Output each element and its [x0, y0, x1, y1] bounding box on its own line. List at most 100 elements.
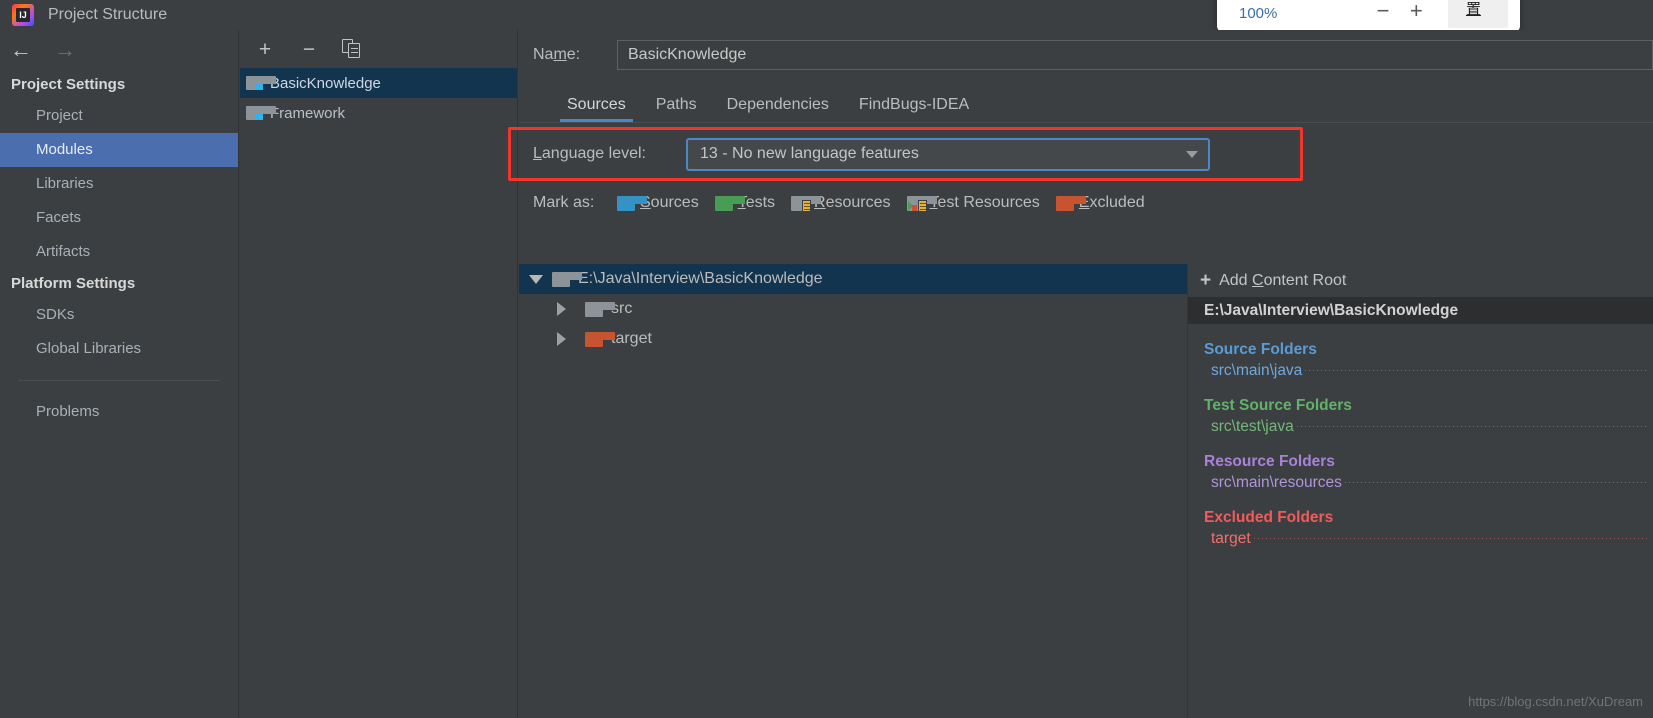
source-folders-heading: Source Folders — [1204, 341, 1317, 358]
intellij-logo-icon: IJ — [12, 4, 34, 26]
content-root-tree: E:\Java\Interview\BasicKnowledge src tar… — [519, 264, 1187, 718]
sidebar-item-modules[interactable]: Modules — [0, 133, 238, 167]
plus-icon: + — [1200, 269, 1212, 291]
dotted-leader — [1296, 425, 1647, 427]
folder-icon — [585, 301, 615, 317]
forward-arrow-icon: → — [54, 37, 76, 62]
source-folder-item[interactable]: src\main\java — [1188, 362, 1653, 380]
mark-as-excluded-button[interactable]: Excluded — [1055, 194, 1145, 212]
sidebar-item-facets[interactable]: Facets — [0, 201, 238, 235]
table-row[interactable]: target — [519, 324, 1187, 354]
tree-item-label: E:\Java\Interview\BasicKnowledge — [578, 270, 823, 287]
folder-resources-icon — [791, 195, 822, 212]
module-item-basicknowledge[interactable]: BasicKnowledge — [240, 68, 517, 98]
mark-as-sources-label: Sources — [640, 194, 699, 211]
test-source-folders-heading: Test Source Folders — [1204, 397, 1352, 414]
zoom-percent-label: 100% — [1239, 5, 1278, 22]
sidebar-group-project-settings: Project Settings — [11, 76, 126, 93]
resource-folder-item[interactable]: src\main\resources — [1188, 474, 1653, 492]
name-label-post: e: — [566, 46, 581, 63]
resource-folder-label: src\main\resources — [1211, 474, 1342, 491]
dotted-leader — [1305, 369, 1647, 371]
tab-sources[interactable]: Sources — [552, 96, 641, 122]
source-folder-label: src\main\java — [1211, 362, 1303, 379]
chevron-down-icon — [1186, 150, 1198, 158]
window-title: Project Structure — [48, 6, 168, 23]
modules-toolbar: + − — [240, 30, 517, 68]
module-item-label: Framework — [270, 104, 346, 122]
mark-as-test-resources-label: Test Resources — [930, 194, 1040, 211]
copy-module-icon[interactable] — [342, 39, 362, 59]
table-row[interactable]: src — [519, 294, 1187, 324]
modules-list-panel: + − BasicKnowledge Framework — [240, 30, 518, 718]
back-arrow-icon[interactable]: ← — [10, 39, 32, 61]
mark-as-test-resources-button[interactable]: Test Resources — [906, 194, 1040, 212]
test-source-folder-item[interactable]: src\test\java — [1188, 418, 1653, 436]
folder-excluded-icon — [585, 331, 615, 347]
mark-as-sources-button[interactable]: Sources — [617, 194, 699, 212]
tab-paths[interactable]: Paths — [641, 96, 712, 122]
sidebar-item-problems[interactable]: Problems — [0, 395, 238, 429]
collapsed-triangle-icon[interactable] — [557, 332, 566, 346]
zoom-in-button[interactable]: + — [1403, 0, 1430, 28]
mark-as-excluded-label: Excluded — [1079, 194, 1145, 211]
language-level-row: Language level: 13 - No new language fea… — [519, 123, 1653, 185]
sidebar-item-sdks[interactable]: SDKs — [0, 298, 238, 332]
dotted-leader — [1253, 537, 1647, 539]
sidebar-item-artifacts[interactable]: Artifacts — [0, 235, 238, 269]
module-item-label: BasicKnowledge — [270, 74, 381, 92]
folder-excluded-icon — [1055, 195, 1086, 211]
folder-sources-icon — [617, 195, 647, 211]
watermark-text: https://blog.csdn.net/XuDream — [1468, 694, 1643, 709]
collapsed-triangle-icon[interactable] — [557, 302, 566, 316]
sidebar-item-global-libraries[interactable]: Global Libraries — [0, 332, 238, 366]
tree-item-label: target — [611, 330, 652, 347]
module-folder-icon — [246, 76, 276, 90]
resource-folders-heading: Resource Folders — [1204, 453, 1335, 470]
content-root-path: E:\Java\Interview\BasicKnowledge — [1188, 297, 1653, 324]
add-module-icon[interactable]: + — [254, 39, 276, 60]
name-label-pre: Na — [533, 46, 554, 63]
sidebar-divider — [18, 380, 220, 381]
language-level-dropdown[interactable]: 13 - No new language features — [686, 137, 1210, 171]
sidebar-item-project[interactable]: Project — [0, 99, 238, 133]
language-level-mnemonic: L — [533, 145, 542, 162]
mark-as-label: Mark as: — [533, 194, 595, 211]
name-label-mnemonic: m — [553, 46, 567, 63]
tab-findbugs-idea[interactable]: FindBugs-IDEA — [844, 96, 984, 122]
sidebar-group-platform-settings: Platform Settings — [11, 275, 136, 292]
module-editor-panel: Name: BasicKnowledge Sources Paths Depen… — [508, 30, 1653, 718]
mark-as-tests-button[interactable]: Tests — [714, 194, 775, 212]
excluded-folder-item[interactable]: target — [1188, 530, 1653, 548]
add-content-root-button[interactable]: + Add Content Root — [1188, 264, 1653, 297]
content-root-details-panel: + Add Content Root E:\Java\Interview\Bas… — [1187, 264, 1653, 718]
table-row[interactable]: E:\Java\Interview\BasicKnowledge — [519, 264, 1187, 294]
language-level-area: Language level: 13 - No new language fea… — [508, 123, 1653, 185]
logo-text: IJ — [19, 10, 27, 20]
mark-as-resources-button[interactable]: Resources — [791, 194, 891, 212]
expanded-triangle-icon[interactable] — [529, 274, 543, 284]
module-item-framework[interactable]: Framework — [240, 98, 517, 128]
module-folder-icon — [246, 106, 276, 120]
folder-tests-icon — [714, 195, 745, 211]
mark-as-resources-label: Resources — [814, 194, 891, 211]
zoom-reset-button[interactable]: 重置 — [1447, 0, 1509, 28]
project-structure-dialog: IJ Project Structure 100% − + 重置 ← → Pro… — [0, 0, 1653, 718]
folder-icon — [552, 271, 582, 287]
module-name-label: Name: — [533, 46, 617, 64]
excluded-folder-label: target — [1211, 530, 1251, 547]
language-level-label-post: anguage level: — [541, 145, 646, 162]
add-content-root-label: Add Content Root — [1219, 271, 1347, 289]
nav-history-buttons: ← → — [0, 30, 238, 70]
tab-dependencies[interactable]: Dependencies — [712, 96, 844, 122]
content-roots-area: E:\Java\Interview\BasicKnowledge src tar… — [519, 264, 1653, 718]
language-level-label: Language level: — [533, 145, 686, 163]
remove-module-icon[interactable]: − — [298, 39, 320, 60]
zoom-out-button[interactable]: − — [1369, 0, 1396, 28]
language-level-value: 13 - No new language features — [700, 145, 919, 162]
module-name-input[interactable]: BasicKnowledge — [617, 40, 1653, 70]
dotted-leader — [1344, 481, 1647, 483]
excluded-folders-heading: Excluded Folders — [1204, 509, 1334, 526]
sidebar-item-libraries[interactable]: Libraries — [0, 167, 238, 201]
folder-test-resources-icon — [906, 195, 937, 212]
